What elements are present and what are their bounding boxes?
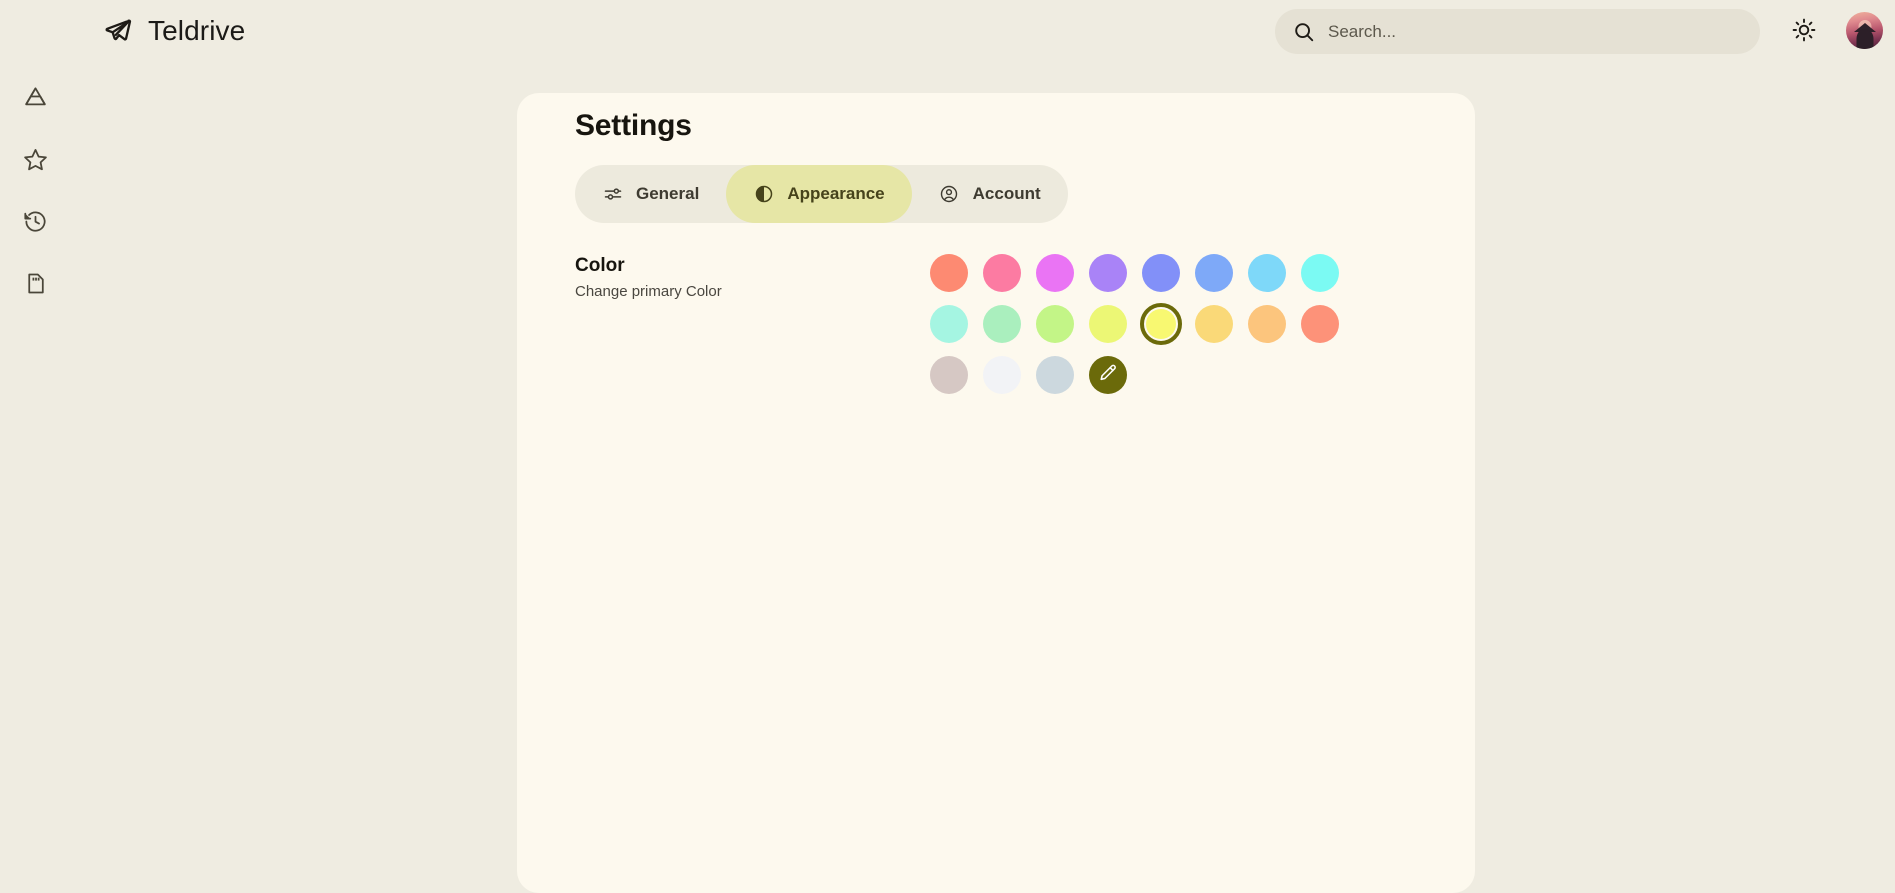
tab-appearance[interactable]: Appearance	[726, 165, 912, 223]
color-swatch-cell	[922, 349, 975, 400]
tab-account-label: Account	[972, 184, 1041, 203]
color-swatch-cell	[1240, 298, 1293, 349]
sliders-icon	[602, 184, 623, 205]
tab-general-label: General	[636, 184, 700, 203]
color-swatch-blue[interactable]	[1194, 253, 1233, 292]
user-circle-icon	[939, 184, 960, 205]
settings-card: Settings General Appearance Account Colo…	[517, 93, 1475, 893]
theme-toggle-button[interactable]	[1786, 13, 1822, 49]
color-swatch-cell	[922, 298, 975, 349]
color-swatch-cell	[1028, 298, 1081, 349]
sidebar-item-drive[interactable]	[13, 81, 57, 118]
color-swatch-cell	[922, 247, 975, 298]
color-section: Color Change primary Color	[575, 247, 1420, 400]
contrast-icon	[753, 184, 774, 205]
color-swatch-cell	[1187, 298, 1240, 349]
settings-tabs: General Appearance Account	[575, 165, 1068, 223]
color-swatch-cell	[1134, 298, 1187, 349]
color-swatch-cell	[1187, 247, 1240, 298]
color-swatch-magenta[interactable]	[1035, 253, 1074, 292]
color-swatch-cell	[1293, 247, 1346, 298]
color-swatch-selected-fill	[1145, 308, 1176, 339]
color-swatch-sky[interactable]	[1247, 253, 1286, 292]
color-swatch-grid	[922, 247, 1346, 400]
color-swatch-mint[interactable]	[982, 304, 1021, 343]
color-swatch-lime[interactable]	[1035, 304, 1074, 343]
tab-general[interactable]: General	[575, 165, 726, 223]
tab-appearance-label: Appearance	[787, 184, 885, 203]
sidebar-item-storage[interactable]	[13, 267, 57, 304]
color-swatch-pink[interactable]	[982, 253, 1021, 292]
color-swatch-cell	[975, 349, 1028, 400]
page-title: Settings	[575, 109, 692, 142]
brand[interactable]: Teldrive	[103, 8, 245, 54]
color-swatch-cell	[1081, 349, 1134, 400]
sidebar-item-recent[interactable]	[13, 205, 57, 242]
color-swatch-yellow-green[interactable]	[1088, 304, 1127, 343]
color-swatch-coral[interactable]	[929, 253, 968, 292]
color-swatch-purple[interactable]	[1088, 253, 1127, 292]
paper-plane-icon	[103, 16, 133, 46]
drive-icon	[23, 85, 48, 115]
color-swatch-cell	[1134, 247, 1187, 298]
color-section-title: Color	[575, 255, 625, 276]
color-swatch-cyan[interactable]	[1300, 253, 1339, 292]
search-bar[interactable]	[1275, 9, 1760, 54]
tab-account[interactable]: Account	[912, 165, 1068, 223]
color-swatch-cell	[1028, 349, 1081, 400]
history-icon	[23, 209, 48, 239]
pencil-icon	[1098, 363, 1118, 386]
color-swatch-aquamarine[interactable]	[929, 304, 968, 343]
sidebar-item-starred[interactable]	[13, 143, 57, 180]
color-section-text: Color Change primary Color	[575, 247, 930, 300]
sidebar	[0, 63, 70, 893]
color-swatch-cell	[1028, 247, 1081, 298]
color-swatch-cell	[975, 247, 1028, 298]
storage-icon	[23, 271, 48, 301]
avatar-image	[1846, 12, 1883, 49]
search-input[interactable]	[1328, 9, 1742, 54]
color-swatch-cell	[1081, 298, 1134, 349]
custom-color-picker-button[interactable]	[1088, 355, 1127, 394]
color-swatch-white[interactable]	[982, 355, 1021, 394]
color-swatch-cell	[1293, 298, 1346, 349]
avatar[interactable]	[1846, 12, 1883, 49]
color-swatch-cell	[975, 298, 1028, 349]
sun-icon	[1792, 18, 1816, 45]
color-swatch-cell	[1240, 247, 1293, 298]
color-swatch-cell	[1081, 247, 1134, 298]
color-swatch-salmon[interactable]	[1300, 304, 1339, 343]
app-header: Teldrive	[0, 0, 1895, 63]
app-name: Teldrive	[148, 15, 246, 46]
search-icon	[1293, 21, 1315, 43]
color-swatch-gold[interactable]	[1194, 304, 1233, 343]
color-swatch-blue-gray[interactable]	[1035, 355, 1074, 394]
color-swatch-yellow[interactable]	[1139, 302, 1182, 345]
color-swatch-indigo[interactable]	[1141, 253, 1180, 292]
star-icon	[23, 147, 48, 177]
color-swatch-taupe[interactable]	[929, 355, 968, 394]
color-section-subtitle: Change primary Color	[575, 283, 722, 300]
color-swatch-orange[interactable]	[1247, 304, 1286, 343]
